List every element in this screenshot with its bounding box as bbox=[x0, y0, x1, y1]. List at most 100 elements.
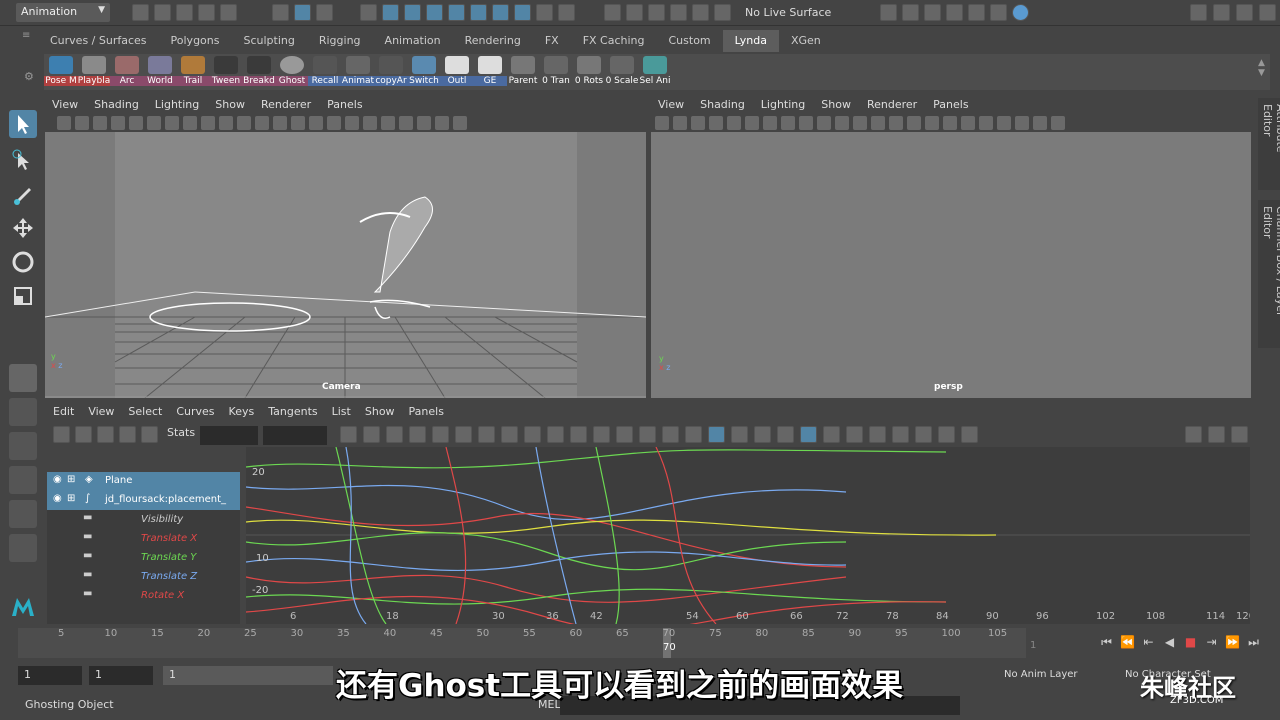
range-slider[interactable]: 1 bbox=[163, 666, 333, 685]
xray-joints-icon[interactable] bbox=[399, 116, 413, 130]
animate-button[interactable]: Animat bbox=[341, 56, 375, 88]
step-back-key-icon[interactable]: ⇤ bbox=[1140, 634, 1157, 651]
snap-vertex-icon[interactable] bbox=[692, 4, 709, 21]
shelf-scroll-icon[interactable]: ▲ ▼ bbox=[1258, 58, 1265, 78]
unify-tangent-icon[interactable] bbox=[639, 426, 656, 443]
four-pane-layout-icon[interactable] bbox=[9, 398, 37, 426]
field-chart-icon[interactable] bbox=[799, 116, 813, 130]
switch-button[interactable]: Switch bbox=[407, 56, 441, 88]
tab-polygons[interactable]: Polygons bbox=[159, 30, 232, 52]
image-plane-icon[interactable] bbox=[111, 116, 125, 130]
smooth-shade-icon[interactable] bbox=[273, 116, 287, 130]
flat-tangent-icon[interactable] bbox=[501, 426, 518, 443]
spline-tangent-icon[interactable] bbox=[432, 426, 449, 443]
new-scene-icon[interactable] bbox=[132, 4, 149, 21]
expand-icon[interactable] bbox=[1033, 116, 1047, 130]
tab-fx[interactable]: FX bbox=[533, 30, 571, 52]
snap-surface-icon[interactable] bbox=[470, 4, 487, 21]
graph-editor-button[interactable]: GE bbox=[473, 56, 507, 88]
menu-panels[interactable]: Panels bbox=[933, 98, 968, 111]
hud-icon[interactable] bbox=[1015, 116, 1029, 130]
go-to-end-icon[interactable]: ⏭ bbox=[1245, 634, 1262, 651]
textured-icon[interactable] bbox=[889, 116, 903, 130]
ao-icon[interactable] bbox=[943, 116, 957, 130]
film-gate-icon[interactable] bbox=[745, 116, 759, 130]
grid-toggle-icon[interactable] bbox=[727, 116, 741, 130]
xray-icon[interactable] bbox=[381, 116, 395, 130]
break-tangent-icon[interactable] bbox=[616, 426, 633, 443]
menu-view[interactable]: View bbox=[88, 405, 114, 418]
textured-icon[interactable] bbox=[291, 116, 305, 130]
auto-load-icon[interactable] bbox=[708, 426, 725, 443]
attribute-editor-tab[interactable]: Attribute Editor bbox=[1258, 98, 1280, 190]
grid-toggle-icon[interactable] bbox=[129, 116, 143, 130]
play-backward-icon[interactable]: ◀ bbox=[1161, 634, 1178, 651]
step-forward-icon[interactable]: ⏩ bbox=[1224, 634, 1241, 651]
tab-sculpting[interactable]: Sculpting bbox=[231, 30, 306, 52]
list-item[interactable]: ▬ Rotate X bbox=[47, 586, 240, 605]
safe-title-icon[interactable] bbox=[237, 116, 251, 130]
resample-icon[interactable] bbox=[915, 426, 932, 443]
list-item[interactable]: ▬ Translate Z bbox=[47, 567, 240, 586]
region-key-icon[interactable] bbox=[119, 426, 136, 443]
image-plane-icon[interactable] bbox=[709, 116, 723, 130]
safe-action-icon[interactable] bbox=[817, 116, 831, 130]
lock-icon[interactable] bbox=[536, 4, 553, 21]
render-globe-icon[interactable] bbox=[1012, 4, 1029, 21]
snap-point-icon[interactable] bbox=[426, 4, 443, 21]
lattice-key-icon[interactable] bbox=[97, 426, 114, 443]
camera-viewport[interactable]: Camera yx z bbox=[45, 132, 646, 398]
recall-button[interactable]: Recall bbox=[308, 56, 342, 88]
menu-select[interactable]: Select bbox=[128, 405, 162, 418]
pan-view-icon[interactable] bbox=[1185, 426, 1202, 443]
menu-set-dropdown[interactable]: Animation ▼ bbox=[16, 3, 110, 22]
step-back-icon[interactable]: ⏪ bbox=[1119, 634, 1136, 651]
channel-box-tab[interactable]: Channel Box / Layer Editor bbox=[1258, 200, 1280, 348]
tab-custom[interactable]: Custom bbox=[657, 30, 723, 52]
parent-button[interactable]: Parent bbox=[506, 56, 540, 88]
persp-viewport[interactable]: yx z persp bbox=[651, 132, 1251, 398]
resolution-gate-icon[interactable] bbox=[165, 116, 179, 130]
stats-field-1[interactable] bbox=[200, 426, 259, 445]
settings-icon[interactable] bbox=[1259, 4, 1276, 21]
list-item[interactable]: ◉ ⊞ ∫ jd_floursack:placement_ bbox=[47, 491, 240, 510]
retime-key-icon[interactable] bbox=[141, 426, 158, 443]
menu-show[interactable]: Show bbox=[215, 98, 245, 111]
smooth-shade-icon[interactable] bbox=[871, 116, 885, 130]
time-snap-icon[interactable] bbox=[731, 426, 748, 443]
trax-icon[interactable] bbox=[1231, 426, 1248, 443]
tab-rendering[interactable]: Rendering bbox=[453, 30, 533, 52]
auto-tangent-icon[interactable] bbox=[409, 426, 426, 443]
panel-layout-icon[interactable] bbox=[1051, 116, 1065, 130]
menu-renderer[interactable]: Renderer bbox=[867, 98, 917, 111]
snap-together-icon[interactable] bbox=[604, 4, 621, 21]
lasso-tool-icon[interactable] bbox=[9, 146, 37, 174]
menu-edit[interactable]: Edit bbox=[53, 405, 74, 418]
breakdown-button[interactable]: Breakd bbox=[242, 56, 276, 88]
menu-tangents[interactable]: Tangents bbox=[268, 405, 317, 418]
paint-select-icon[interactable] bbox=[9, 180, 37, 208]
zero-scale-button[interactable]: 0 Scale bbox=[605, 56, 639, 88]
bookmark-icon[interactable] bbox=[691, 116, 705, 130]
select-joint-icon[interactable] bbox=[492, 4, 509, 21]
snap-grid-icon[interactable] bbox=[382, 4, 399, 21]
snap-curve2-icon[interactable] bbox=[648, 4, 665, 21]
pre-infinity-icon[interactable] bbox=[823, 426, 840, 443]
lock-weight-icon[interactable] bbox=[685, 426, 702, 443]
frame-playback-icon[interactable] bbox=[363, 426, 380, 443]
tab-rigging[interactable]: Rigging bbox=[307, 30, 373, 52]
move-key-icon[interactable] bbox=[53, 426, 70, 443]
graph-layout-icon[interactable] bbox=[9, 500, 37, 528]
clamped-tangent-icon[interactable] bbox=[455, 426, 472, 443]
menu-renderer[interactable]: Renderer bbox=[261, 98, 311, 111]
menu-view[interactable]: View bbox=[658, 98, 684, 111]
plateau-tangent-icon[interactable] bbox=[547, 426, 564, 443]
tween-button[interactable]: Tween bbox=[209, 56, 243, 88]
camera-select-icon[interactable] bbox=[655, 116, 669, 130]
lights-icon[interactable] bbox=[309, 116, 323, 130]
redo-icon[interactable] bbox=[220, 4, 237, 21]
expand-icon[interactable]: ⊞ bbox=[67, 474, 75, 485]
menu-keys[interactable]: Keys bbox=[229, 405, 255, 418]
two-pane-layout-icon[interactable] bbox=[9, 432, 37, 460]
tab-lynda[interactable]: Lynda bbox=[722, 30, 779, 52]
